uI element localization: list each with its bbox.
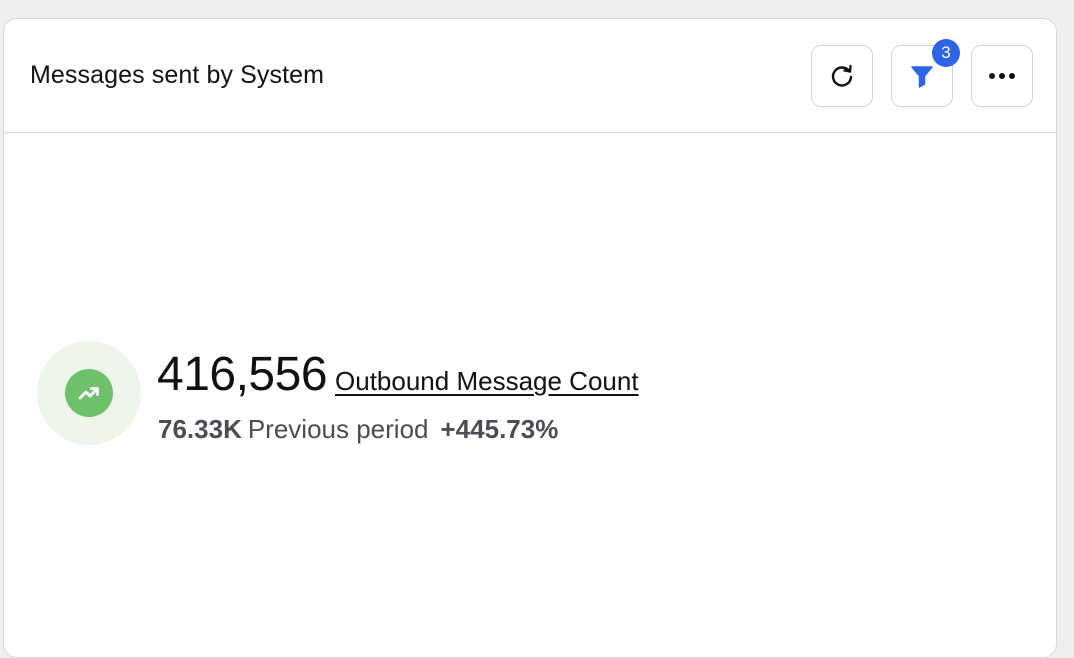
trend-indicator [37, 341, 141, 445]
widget-card: Messages sent by System 3 416,556 Outbou… [3, 18, 1057, 658]
more-options-button[interactable] [971, 45, 1033, 107]
widget-header: Messages sent by System 3 [4, 19, 1056, 133]
filter-count-badge: 3 [932, 39, 960, 67]
previous-period-label: Previous period [247, 414, 429, 444]
comparison-row: 76.33K Previous period +445.73% [158, 414, 558, 445]
trending-up-icon [78, 387, 99, 400]
more-icon [989, 73, 1015, 79]
refresh-button[interactable] [811, 45, 873, 107]
filter-icon [911, 66, 933, 88]
previous-value: 76.33K [158, 414, 242, 444]
metric-value-row: 416,556 Outbound Message Count [157, 347, 639, 402]
trend-indicator-inner [65, 369, 113, 417]
widget-title: Messages sent by System [30, 61, 325, 89]
metric-value: 416,556 [157, 348, 328, 401]
metric-label-link[interactable]: Outbound Message Count [335, 366, 639, 396]
change-percent: +445.73% [440, 414, 559, 444]
refresh-icon [831, 64, 853, 87]
